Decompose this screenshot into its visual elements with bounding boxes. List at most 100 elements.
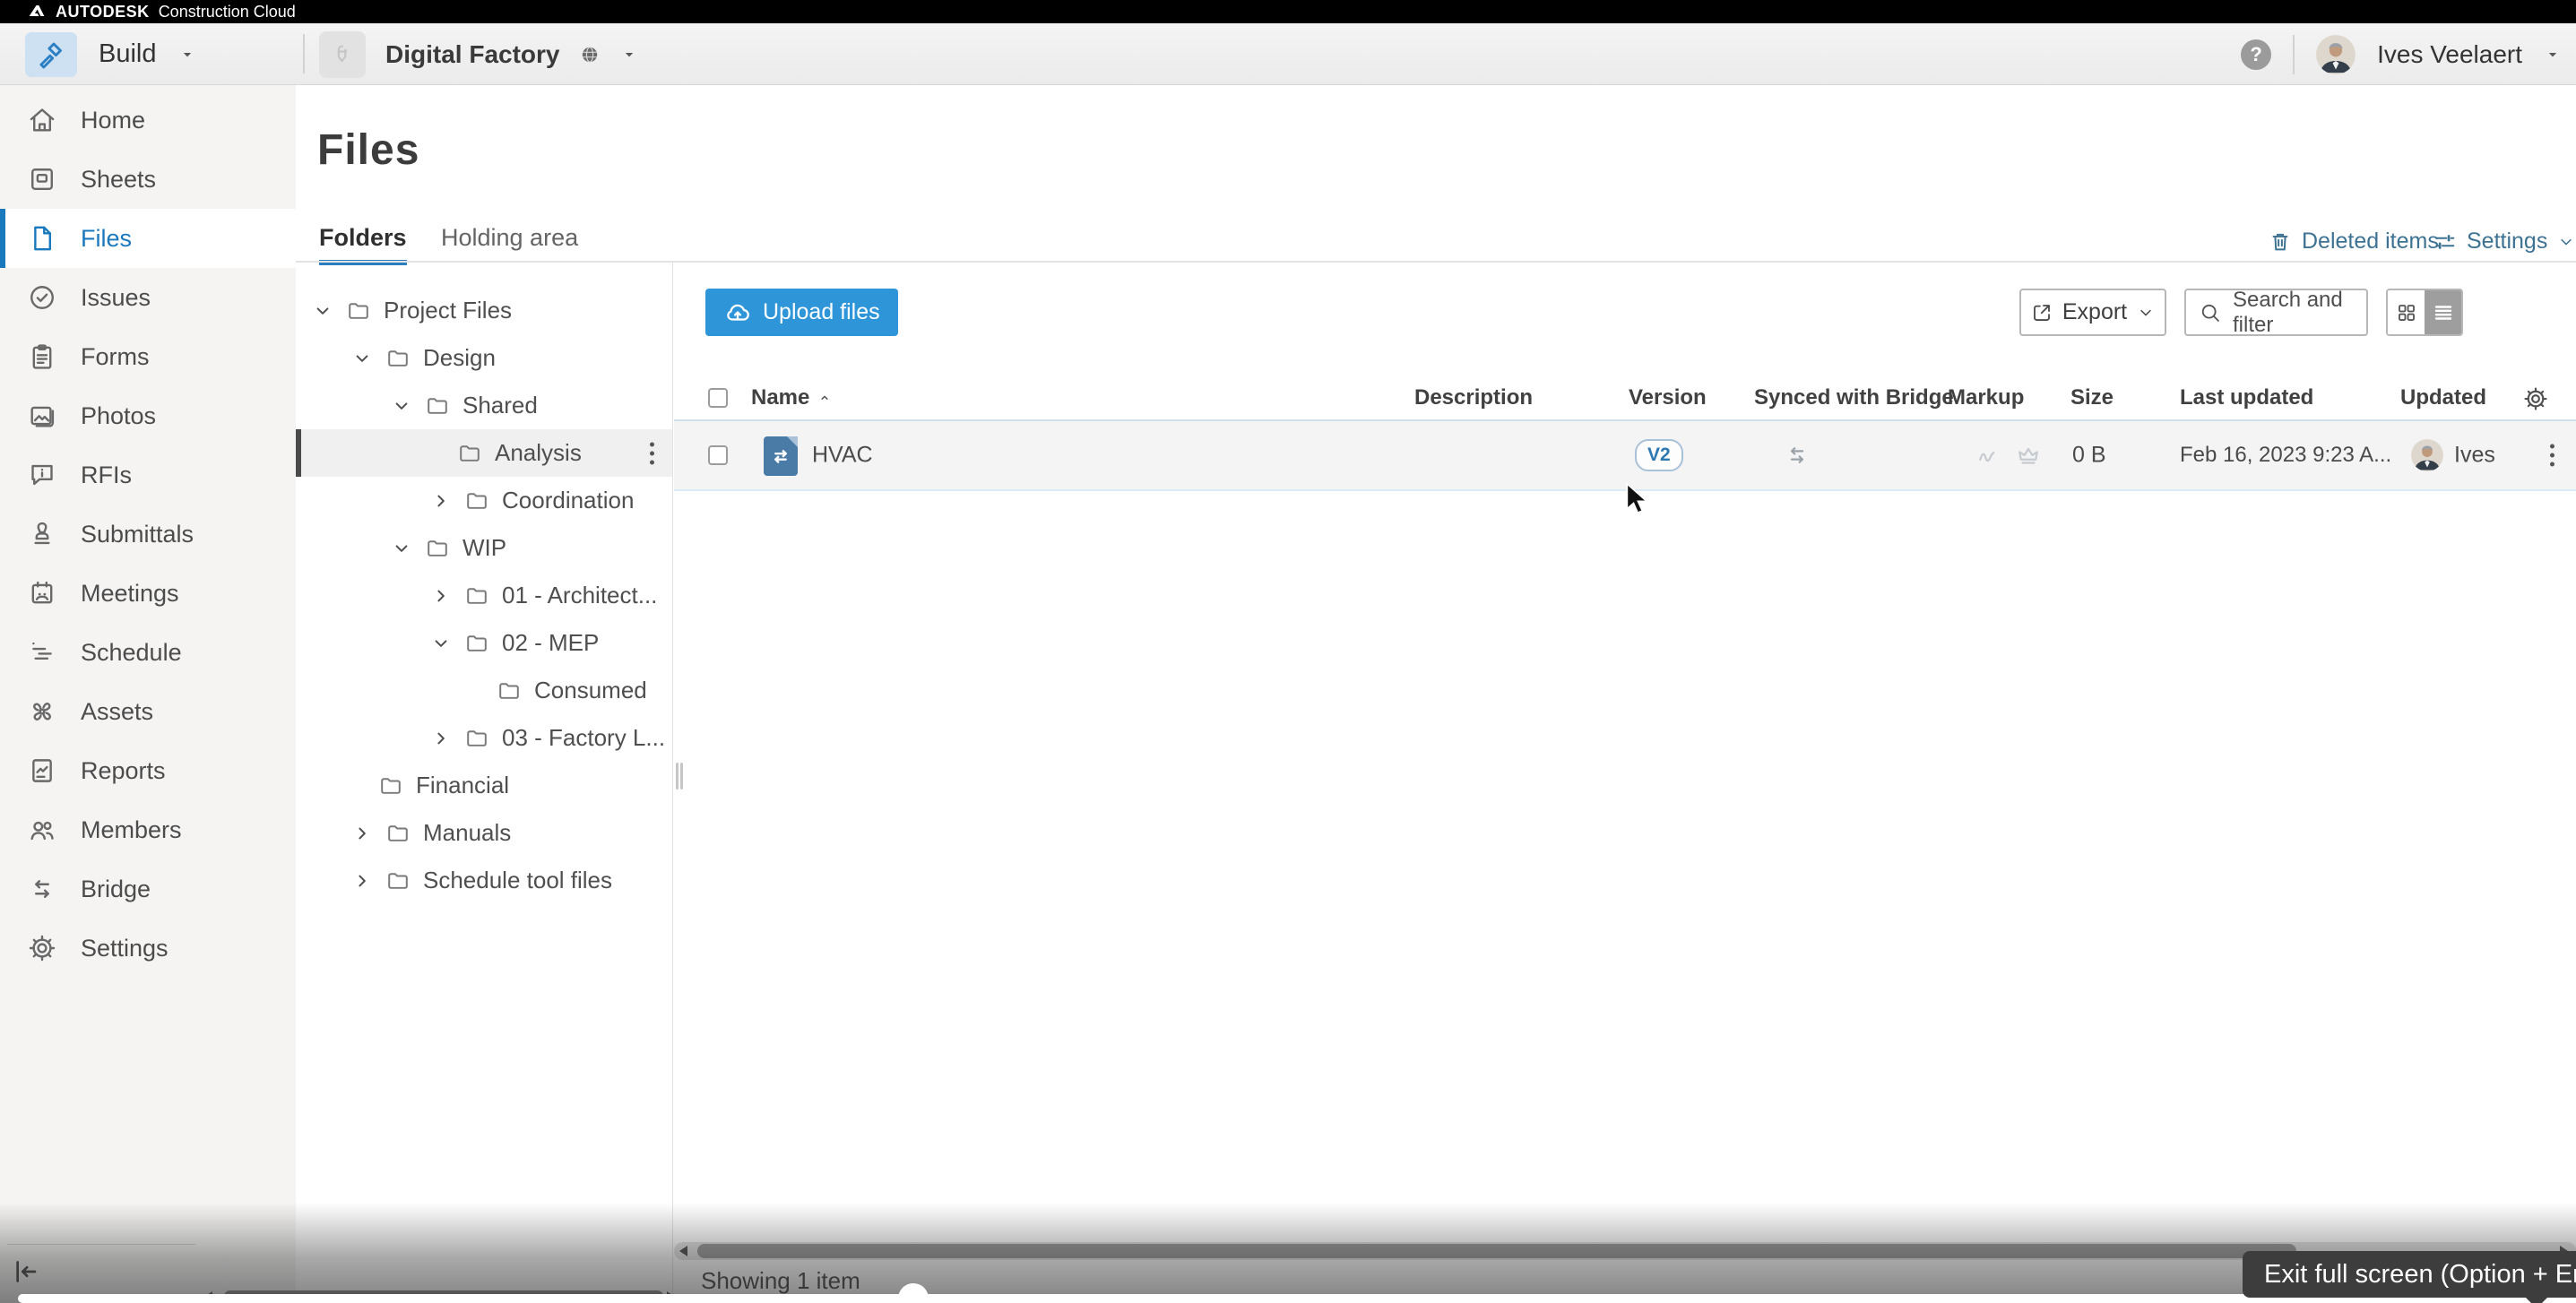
chevron-down-icon[interactable]: [430, 633, 462, 654]
folder-icon: [455, 441, 484, 466]
video-playhead[interactable]: [898, 1283, 929, 1303]
sidebar-item-rfis[interactable]: RFIs: [0, 445, 296, 505]
folder-tree: Project FilesDesignSharedAnalysisCoordin…: [296, 287, 672, 904]
tree-row-label: Financial: [416, 772, 509, 799]
folder-icon: [423, 536, 452, 561]
tree-row-schedule-tool-files[interactable]: Schedule tool files: [296, 857, 672, 904]
tree-row-03-factory-l[interactable]: 03 - Factory L...: [296, 714, 672, 762]
tree-row-label: 02 - MEP: [502, 629, 599, 657]
search-and-filter-button[interactable]: Search and filter: [2184, 289, 2368, 336]
tree-row-financial[interactable]: Financial: [296, 762, 672, 809]
tree-row-02-mep[interactable]: 02 - MEP: [296, 619, 672, 667]
sidebar-item-issues[interactable]: Issues: [0, 268, 296, 327]
panel-splitter[interactable]: [672, 263, 673, 1303]
tree-row-01-architect[interactable]: 01 - Architect...: [296, 572, 672, 619]
chevron-down-icon[interactable]: [2544, 46, 2562, 64]
chevron-right-icon[interactable]: [430, 728, 462, 749]
sidebar-nav: HomeSheetsFilesIssuesForms Photos RFIsSubm…: [0, 85, 296, 978]
tree-row-manuals[interactable]: Manuals: [296, 809, 672, 857]
sidebar-item-files[interactable]: Files: [0, 209, 296, 268]
sidebar-item-members[interactable]: Members: [0, 800, 296, 859]
sidebar-item-schedule[interactable]: Schedule: [0, 623, 296, 682]
markup-scribble-icon: [1974, 442, 2001, 469]
tab-folders[interactable]: Folders: [319, 224, 407, 265]
project-selector[interactable]: Digital Factory: [319, 23, 638, 85]
export-button[interactable]: Export: [2019, 289, 2166, 336]
tree-row-wip[interactable]: WIP: [296, 524, 672, 572]
brand-secondary: Construction Cloud: [159, 3, 296, 22]
chevron-down-icon[interactable]: [312, 300, 344, 322]
chevron-right-icon[interactable]: [351, 870, 384, 892]
chevron-down-icon[interactable]: [391, 395, 423, 417]
tree-row-design[interactable]: Design: [296, 334, 672, 382]
splitter-handle[interactable]: [676, 763, 679, 790]
topbar: AUTODESK Construction Cloud: [0, 0, 2576, 23]
sidebar-item-forms[interactable]: Forms: [0, 327, 296, 386]
chevron-down-icon: [178, 46, 196, 64]
sidebar-item-label: Schedule: [81, 639, 182, 667]
sidebar-item-meetings[interactable]: Meetings: [0, 564, 296, 623]
folder-icon: [423, 393, 452, 419]
issues-icon: [27, 282, 57, 313]
sidebar-item-settings[interactable]: Settings: [0, 919, 296, 978]
chevron-down-icon[interactable]: [351, 348, 384, 369]
hammer-icon: [35, 39, 67, 71]
sidebar-item-photos[interactable]: Photos: [0, 386, 296, 445]
chevron-right-icon[interactable]: [430, 490, 462, 512]
product-switcher[interactable]: Build: [25, 23, 196, 85]
table-scrollbar-thumb[interactable]: [697, 1244, 2296, 1258]
project-name: Digital Factory: [385, 40, 559, 69]
folder-icon: [462, 583, 491, 608]
sidebar-item-assets[interactable]: Assets: [0, 682, 296, 741]
user-name: Ives Veelaert: [2377, 40, 2522, 69]
table-header: Name Description Version Synced with Bridge…: [674, 376, 2576, 421]
sidebar-item-submittals[interactable]: Submittals: [0, 505, 296, 564]
grid-view-button[interactable]: [2388, 290, 2425, 334]
tab-holding-area[interactable]: Holding area: [441, 224, 578, 252]
column-settings-gear-icon[interactable]: [2522, 385, 2549, 412]
product-name: Build: [99, 39, 157, 69]
sidebar-item-label: Photos: [81, 402, 156, 430]
table-row[interactable]: HVAC V2 0 B Feb 16, 2023 9:23 A... Ives: [674, 421, 2576, 491]
tree-row-coordination[interactable]: Coordination: [296, 477, 672, 524]
sidebar-item-reports[interactable]: Reports: [0, 741, 296, 800]
column-header-updated[interactable]: Updated: [2400, 385, 2486, 410]
tree-row-project-files[interactable]: Project Files: [296, 287, 672, 334]
column-header-size[interactable]: Size: [2070, 385, 2114, 410]
row-more-actions-button[interactable]: [2550, 444, 2554, 467]
column-header-version[interactable]: Version: [1629, 385, 1707, 410]
collapse-sidebar-button[interactable]: [11, 1256, 41, 1287]
list-view-button[interactable]: [2425, 290, 2461, 334]
user-avatar[interactable]: [2316, 35, 2356, 74]
sidebar-item-sheets[interactable]: Sheets: [0, 150, 296, 209]
export-icon: [2030, 301, 2053, 324]
column-header-synced-with-bridge[interactable]: Synced with Bridge: [1754, 385, 1954, 410]
version-badge[interactable]: V2: [1635, 439, 1683, 471]
table-scroll-left-arrow[interactable]: [679, 1246, 687, 1256]
files-settings-button[interactable]: Settings: [2433, 229, 2576, 255]
tree-row-shared[interactable]: Shared: [296, 382, 672, 429]
tree-row-consumed[interactable]: Consumed: [296, 667, 672, 714]
column-header-last-updated[interactable]: Last updated: [2180, 385, 2313, 410]
deleted-items-button[interactable]: Deleted items: [2268, 229, 2439, 255]
tree-row-analysis[interactable]: Analysis: [296, 429, 672, 477]
column-header-markup[interactable]: Markup: [1948, 385, 2024, 410]
column-header-name[interactable]: Name: [751, 385, 833, 410]
column-header-description[interactable]: Description: [1414, 385, 1533, 410]
tree-row-more-actions-button[interactable]: [650, 442, 654, 464]
video-progress-bar[interactable]: [18, 1294, 2576, 1303]
trash-icon: [2268, 229, 2293, 255]
file-name[interactable]: HVAC: [812, 443, 873, 469]
chevron-down-icon[interactable]: [391, 538, 423, 559]
chevron-right-icon[interactable]: [351, 823, 384, 844]
sidebar-item-home[interactable]: Home: [0, 91, 296, 150]
sidebar-item-bridge[interactable]: Bridge: [0, 859, 296, 919]
updated-by: Ives: [2454, 443, 2495, 469]
help-button[interactable]: ?: [2241, 39, 2271, 70]
splitter-handle[interactable]: [680, 763, 683, 790]
chevron-right-icon[interactable]: [430, 585, 462, 607]
select-all-checkbox[interactable]: [708, 388, 728, 408]
search-label: Search and filter: [2233, 288, 2366, 338]
row-checkbox[interactable]: [708, 445, 728, 465]
upload-files-button[interactable]: Upload files: [705, 289, 898, 336]
